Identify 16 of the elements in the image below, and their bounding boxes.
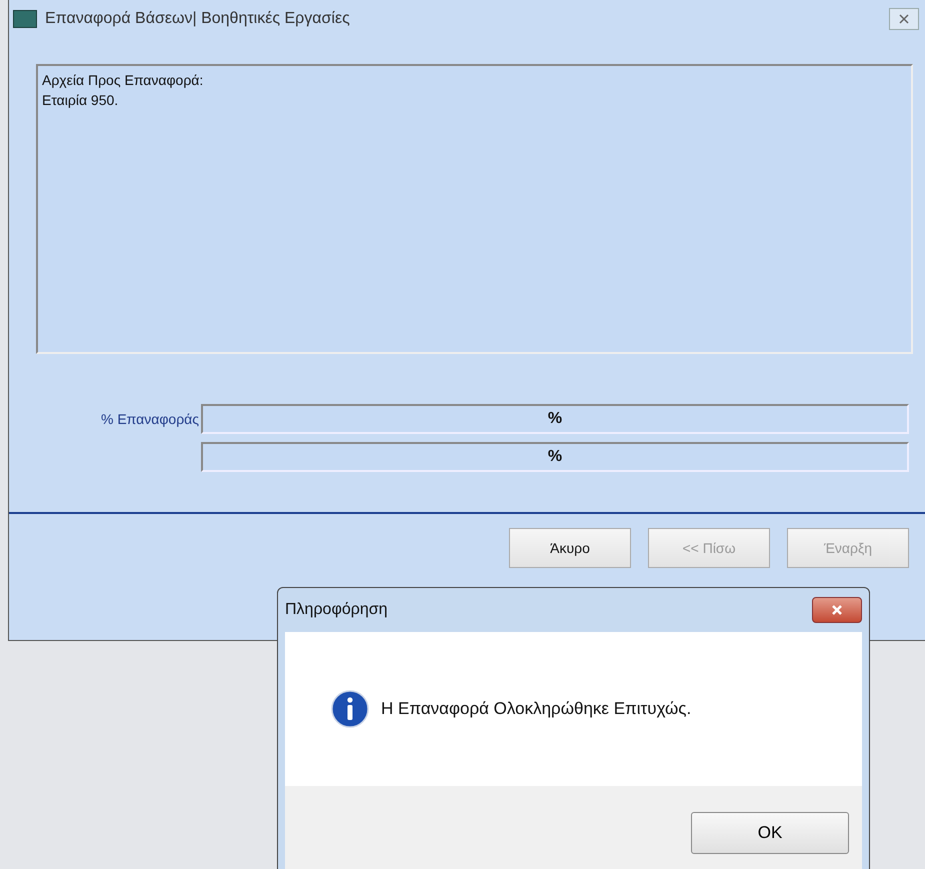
ok-button[interactable]: OK bbox=[691, 812, 849, 854]
progress-percent: % bbox=[548, 410, 562, 428]
dialog-message: Η Επαναφορά Ολοκληρώθηκε Επιτυχώς. bbox=[381, 699, 692, 719]
dialog-button[interactable]: Άκυρο bbox=[509, 528, 631, 568]
info-icon bbox=[331, 690, 369, 728]
app-icon bbox=[13, 10, 37, 28]
close-button[interactable] bbox=[812, 597, 862, 623]
window-title: Επαναφορά Βάσεων| Βοηθητικές Εργασίες bbox=[45, 10, 351, 28]
dialog-title: Πληροφόρηση bbox=[285, 601, 388, 619]
progress-label: % Επαναφοράς bbox=[100, 411, 200, 427]
close-icon bbox=[830, 603, 844, 617]
files-text: Εταιρία 950. bbox=[42, 91, 120, 110]
close-icon bbox=[898, 13, 910, 25]
files-text: Αρχεία Προς Επαναφορά: bbox=[42, 71, 204, 90]
progress-percent: % bbox=[548, 448, 562, 466]
close-button[interactable] bbox=[889, 8, 919, 30]
